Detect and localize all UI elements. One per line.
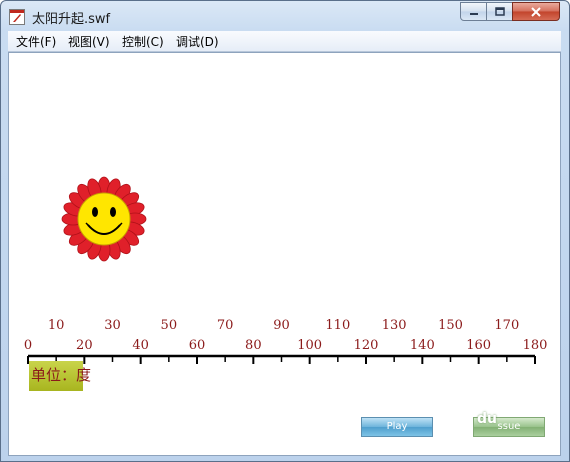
ruler-tick-label: 30 <box>104 318 121 333</box>
menu-debug[interactable]: 调试(D) <box>176 33 219 50</box>
minimize-icon <box>469 12 478 15</box>
maximize-button[interactable] <box>486 2 513 21</box>
ruler-tick-label: 120 <box>354 338 379 353</box>
stage-canvas: 10 30 50 70 90 110 130 150 170 0 20 40 60 80 100 120 14… <box>24 176 548 364</box>
ruler-tick-label: 180 <box>523 338 548 353</box>
menu-file[interactable]: 文件(F) <box>16 33 56 50</box>
ruler-tick-label: 140 <box>410 338 435 353</box>
ruler-tick-label: 150 <box>438 318 463 333</box>
ruler-tick-label: 130 <box>382 318 407 333</box>
ruler-tick-label: 20 <box>76 338 93 353</box>
window-title: 太阳升起.swf <box>32 12 111 27</box>
title-bar[interactable]: 太阳升起.swf <box>1 1 569 31</box>
menu-bar: 文件(F) 视图(V) 控制(C) 调试(D) <box>8 31 561 52</box>
flash-player-icon <box>9 9 25 25</box>
unit-label: 单位：度 <box>31 366 92 384</box>
smiling-sun-icon <box>61 176 147 262</box>
app-window: 太阳升起.swf 文件(F) 视图(V) 控制(C) 调试(D) 10 30 5… <box>0 0 570 462</box>
close-button[interactable] <box>512 2 560 21</box>
ruler-upper-labels: 10 30 50 70 90 110 130 150 170 <box>48 318 519 333</box>
sun-left-eye <box>92 207 98 217</box>
maximize-icon <box>494 6 505 16</box>
close-icon <box>531 6 541 17</box>
ruler-tick-label: 170 <box>494 318 519 333</box>
menu-view[interactable]: 视图(V) <box>68 33 110 50</box>
ruler-tick-label: 40 <box>132 338 149 353</box>
ruler-tick-label: 10 <box>48 318 65 333</box>
flash-stage[interactable]: 10 30 50 70 90 110 130 150 170 0 20 40 60 80 100 120 14… <box>8 52 561 456</box>
ruler-tick-label: 0 <box>24 338 32 353</box>
watermark-logo: du <box>477 411 497 427</box>
ruler-lower-labels: 0 20 40 60 80 100 120 140 160 180 <box>24 338 548 353</box>
ruler-tick-label: 60 <box>189 338 206 353</box>
sun-face <box>77 192 131 246</box>
play-button[interactable]: Play <box>361 417 433 437</box>
ruler-tick-label: 110 <box>325 318 350 333</box>
ruler-tick-label: 160 <box>466 338 491 353</box>
angle-ruler: 10 30 50 70 90 110 130 150 170 0 20 40 60 80 100 120 14… <box>24 318 548 364</box>
minimize-button[interactable] <box>460 2 487 21</box>
ruler-tick-label: 70 <box>217 318 234 333</box>
ruler-tick-label: 50 <box>161 318 178 333</box>
sun-right-eye <box>110 207 116 217</box>
ruler-tick-label: 90 <box>273 318 290 333</box>
ruler-tick-label: 100 <box>297 338 322 353</box>
ruler-tick-label: 80 <box>245 338 262 353</box>
menu-control[interactable]: 控制(C) <box>122 33 164 50</box>
